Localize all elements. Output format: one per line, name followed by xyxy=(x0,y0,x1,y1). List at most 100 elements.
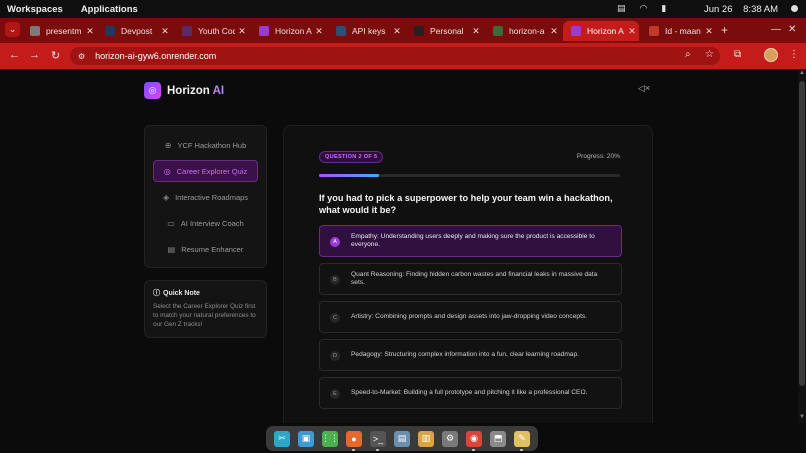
app-grid-icon[interactable]: ⋮⋮ xyxy=(321,430,339,447)
target-icon: ◎ xyxy=(163,166,171,176)
tab-title: Horizon A xyxy=(587,26,624,36)
option-text: Artistry: Combining prompts and design a… xyxy=(351,312,588,320)
url-text[interactable]: horizon-ai-gyw6.onrender.com xyxy=(95,51,216,61)
page-content: ◎ Horizon AI ◁× ⊕ YCF Hackathon Hub ◎ Caree… xyxy=(0,69,798,423)
globe-icon: ⊕ xyxy=(164,140,172,150)
time-text[interactable]: 8:38 AM xyxy=(743,4,778,15)
tab-search-chevron-icon[interactable]: ⌄ xyxy=(5,22,20,37)
sidebar-item-career-explorer-quiz[interactable]: ◎ Career Explorer Quiz xyxy=(153,160,258,182)
minimize-icon[interactable]: — xyxy=(771,24,781,35)
answer-option-a[interactable]: A Empathy: Understanding users deeply and… xyxy=(319,225,622,257)
app-brand[interactable]: ◎ Horizon AI xyxy=(144,82,224,99)
option-text: Empathy: Understanding users deeply and … xyxy=(351,232,595,248)
firefox-icon[interactable]: ● xyxy=(346,430,362,451)
workspaces-menu[interactable]: Workspaces xyxy=(7,4,63,15)
wifi-icon[interactable]: ◠ xyxy=(640,3,648,14)
close-tab-icon[interactable]: ✕ xyxy=(625,26,639,37)
sidebar-item-ycf-hackathon-hub[interactable]: ⊕ YCF Hackathon Hub xyxy=(153,134,258,156)
applications-menu[interactable]: Applications xyxy=(81,4,138,15)
browser-tab[interactable]: presentm ✕ xyxy=(22,21,97,41)
zoom-search-icon[interactable]: ⌕ xyxy=(685,49,691,60)
question-text: If you had to pick a superpower to help … xyxy=(319,193,613,215)
close-tab-icon[interactable]: ✕ xyxy=(702,26,716,37)
tab-title: Horizon A xyxy=(275,26,312,36)
scroll-down-icon[interactable]: ▼ xyxy=(798,414,806,420)
answer-option-c[interactable]: C Artistry: Combining prompts and design … xyxy=(319,301,622,333)
sparkle-icon xyxy=(182,26,192,36)
browser-tab[interactable]: Youth Cod ✕ xyxy=(174,21,249,41)
browser-tab[interactable]: Devpost ✕ xyxy=(97,21,172,41)
document-icon: ▤ xyxy=(167,244,176,254)
browser-tab[interactable]: Personal ✕ xyxy=(406,21,483,41)
browser-tab[interactable]: horizon-a ✕ xyxy=(485,21,561,41)
close-tab-icon[interactable]: ✕ xyxy=(158,26,172,37)
render-icon xyxy=(493,26,503,36)
browser-tab[interactable]: Horizon A ✕ xyxy=(251,21,326,41)
close-tab-icon[interactable]: ✕ xyxy=(469,26,483,37)
extensions-icon[interactable]: ⧉ xyxy=(734,49,741,60)
browser-menu-icon[interactable]: ⋮ xyxy=(789,49,799,60)
package-icon[interactable]: ⬒ xyxy=(490,430,506,447)
option-letter-badge: E xyxy=(330,389,340,399)
clock-icon xyxy=(30,26,40,36)
file-manager-icon[interactable]: ▥ xyxy=(418,430,434,447)
close-window-icon[interactable]: ✕ xyxy=(788,24,796,35)
browser-tab[interactable]: Horizon A ✕ xyxy=(563,21,639,41)
chrome-icon[interactable]: ◉ xyxy=(466,430,482,451)
mute-icon[interactable]: ◁× xyxy=(637,83,651,97)
system-top-bar: Workspaces Applications ▤ ◠ ▮ Jun 26 8:3… xyxy=(0,0,806,18)
terminal-icon[interactable]: >_ xyxy=(370,430,386,451)
sidebar-item-ai-interview-coach[interactable]: ▭ AI Interview Coach xyxy=(153,212,258,234)
text-editor-icon[interactable]: ✎ xyxy=(514,430,530,451)
browser-tab[interactable]: Id - maan ✕ xyxy=(641,21,716,41)
browser-tab-strip: ⌄ presentm ✕ Devpost ✕ Youth Cod ✕ Horizon A ✕ A… xyxy=(0,18,806,43)
horizon-logo-icon: ◎ xyxy=(144,82,161,99)
brand-name: Horizon xyxy=(167,84,210,97)
scroll-up-icon[interactable]: ▲ xyxy=(798,70,806,76)
system-tray: ▤ ◠ ▮ xyxy=(617,3,666,14)
bookmark-star-icon[interactable]: ☆ xyxy=(705,49,714,60)
api-icon xyxy=(336,26,346,36)
back-arrow-icon[interactable]: ← xyxy=(9,49,20,61)
address-bar[interactable]: ⚙ horizon-ai-gyw6.onrender.com xyxy=(70,47,720,65)
answer-option-b[interactable]: B Quant Reasoning: Finding hidden carbon … xyxy=(319,263,622,295)
horizon-icon xyxy=(259,26,269,36)
close-tab-icon[interactable]: ✕ xyxy=(390,26,404,37)
page-scrollbar[interactable]: ▲ ▼ xyxy=(798,69,806,423)
dock: ✂ ▣ ⋮⋮ ● >_ ▤ ▥ ⚙ ◉ ⬒ ✎ xyxy=(266,426,538,451)
close-tab-icon[interactable]: ✕ xyxy=(83,26,97,37)
battery-icon[interactable]: ▮ xyxy=(661,3,666,14)
profile-avatar[interactable] xyxy=(764,48,778,62)
image-viewer-icon[interactable]: ▣ xyxy=(298,430,314,447)
sidebar-item-resume-enhancer[interactable]: ▤ Resume Enhancer xyxy=(153,238,258,260)
settings-icon[interactable]: ⚙ xyxy=(442,430,458,447)
answer-option-d[interactable]: D Pedagogy: Structuring complex informati… xyxy=(319,339,622,371)
gmail-icon xyxy=(649,26,659,36)
browser-tab[interactable]: API keys ✕ xyxy=(328,21,404,41)
close-tab-icon[interactable]: ✕ xyxy=(547,26,561,37)
date-text[interactable]: Jun 26 xyxy=(704,4,733,15)
new-tab-button[interactable]: + xyxy=(721,23,728,37)
quiz-card: QUESTION 2 OF 5 Progress: 20% If you had… xyxy=(283,125,653,423)
close-tab-icon[interactable]: ✕ xyxy=(312,26,326,37)
quick-note-title: Quick Note xyxy=(163,289,200,297)
sidebar-nav: ⊕ YCF Hackathon Hub ◎ Career Explorer Quiz ◈… xyxy=(144,125,267,268)
forward-arrow-icon[interactable]: → xyxy=(29,49,40,61)
chat-tray-icon[interactable]: ▤ xyxy=(617,3,626,14)
option-letter-badge: D xyxy=(330,351,340,361)
tab-title: Id - maan xyxy=(665,26,701,36)
power-icon[interactable] xyxy=(791,5,798,12)
layers-icon: ◈ xyxy=(162,192,170,202)
close-tab-icon[interactable]: ✕ xyxy=(235,26,249,37)
screenshot-app-icon[interactable]: ✂ xyxy=(274,430,290,447)
site-info-icon[interactable]: ⚙ xyxy=(78,52,85,61)
scrollbar-thumb[interactable] xyxy=(799,81,805,386)
chat-icon: ▭ xyxy=(167,218,175,228)
answer-option-e[interactable]: E Speed-to-Market: Building a full protot… xyxy=(319,377,622,409)
files-icon[interactable]: ▤ xyxy=(394,430,410,447)
reload-icon[interactable]: ↻ xyxy=(51,49,60,62)
tab-title: Devpost xyxy=(121,26,153,36)
progress-label: Progress: 20% xyxy=(576,153,620,160)
sidebar-item-interactive-roadmaps[interactable]: ◈ Interactive Roadmaps xyxy=(153,186,258,208)
question-badge: QUESTION 2 OF 5 xyxy=(319,151,384,163)
